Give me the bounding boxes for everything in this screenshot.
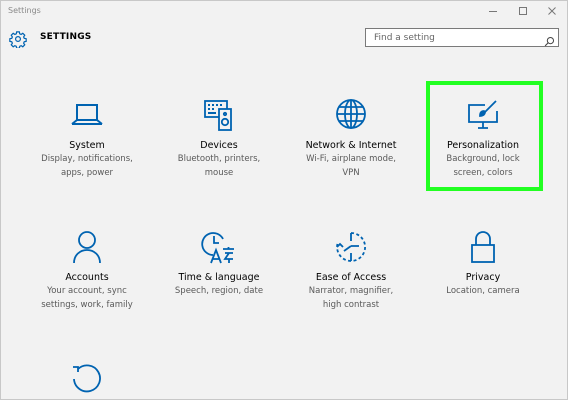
gear-icon xyxy=(9,30,27,49)
search-box[interactable] xyxy=(365,28,559,47)
search-icon[interactable] xyxy=(544,32,555,47)
maximize-icon xyxy=(519,7,527,15)
tile-devices[interactable]: Devices Bluetooth, printers, mouse xyxy=(155,97,283,179)
window-title: Settings xyxy=(8,6,41,15)
tile-name: Ease of Access xyxy=(315,272,387,283)
tile-desc-line1: Location, camera xyxy=(446,286,520,296)
maximize-button[interactable] xyxy=(509,1,537,21)
close-button[interactable] xyxy=(538,1,566,21)
lock-icon xyxy=(465,229,501,265)
tile-desc-line1: Narrator, magnifier, xyxy=(308,286,394,296)
person-icon xyxy=(69,229,105,265)
search-input[interactable] xyxy=(366,29,542,46)
tile-name: System xyxy=(69,140,105,151)
tile-desc-line2: screen, colors xyxy=(453,167,513,178)
tile-update-security[interactable] xyxy=(23,359,151,399)
tile-name: Privacy xyxy=(465,272,501,283)
time-language-icon xyxy=(201,229,237,265)
globe-icon xyxy=(333,97,369,133)
paint-brush-monitor-icon xyxy=(465,97,501,133)
minimize-button[interactable] xyxy=(479,1,507,21)
settings-window: Settings SETTINGS Find a setting System … xyxy=(0,0,568,400)
tile-name: Accounts xyxy=(65,272,109,283)
tile-time-language[interactable]: Time & language Speech, region, date xyxy=(155,229,283,299)
tile-desc-line2: settings, work, family xyxy=(41,299,133,310)
tile-desc-line1: Speech, region, date xyxy=(174,286,264,296)
tile-desc-line1: Bluetooth, printers, xyxy=(177,154,261,164)
tile-name: Personalization xyxy=(446,140,520,151)
page-title: SETTINGS xyxy=(40,32,92,42)
tile-personalization[interactable]: Personalization Background, lock screen,… xyxy=(419,97,547,179)
tile-privacy[interactable]: Privacy Location, camera xyxy=(419,229,547,299)
tile-name: Time & language xyxy=(178,272,260,283)
tile-desc-line2: high contrast xyxy=(322,299,380,310)
tile-desc-line1: Display, notifications, xyxy=(41,154,133,164)
tile-desc-line1: Your account, sync xyxy=(47,286,127,296)
tile-desc-line2: apps, power xyxy=(60,167,114,178)
tile-desc-line2: VPN xyxy=(342,167,360,178)
minimize-icon xyxy=(489,11,497,12)
tile-accounts[interactable]: Accounts Your account, sync settings, wo… xyxy=(23,229,151,311)
tile-system[interactable]: System Display, notifications, apps, pow… xyxy=(23,97,151,179)
refresh-icon xyxy=(69,359,105,395)
tile-ease-of-access[interactable]: Ease of Access Narrator, magnifier, high… xyxy=(287,229,415,311)
tile-name: Devices xyxy=(200,140,238,151)
tile-network[interactable]: Network & Internet Wi-Fi, airplane mode,… xyxy=(287,97,415,179)
tile-desc-line2: mouse xyxy=(204,167,234,178)
tile-desc-line1: Background, lock xyxy=(446,154,520,164)
tile-name: Network & Internet xyxy=(305,140,397,151)
keyboard-speaker-icon xyxy=(201,97,237,133)
ease-of-access-icon xyxy=(333,229,369,265)
laptop-icon xyxy=(69,97,105,133)
tile-desc-line1: Wi-Fi, airplane mode, xyxy=(306,154,396,164)
close-icon xyxy=(548,7,556,15)
title-bar: Settings xyxy=(1,1,567,23)
